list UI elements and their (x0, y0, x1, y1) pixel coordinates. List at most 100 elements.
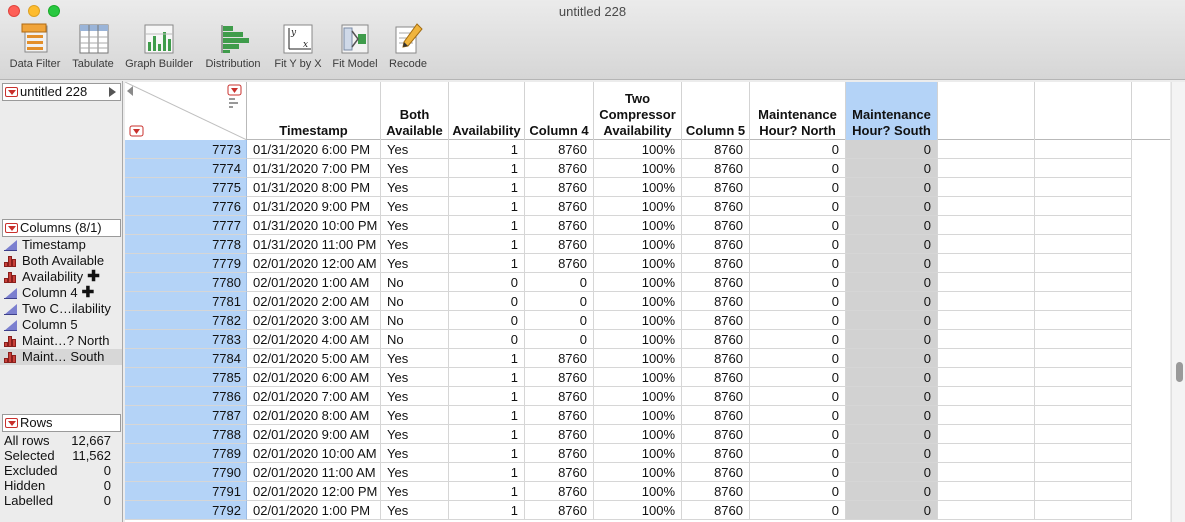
table-row[interactable]: 7774 01/31/2020 7:00 PM Yes 1 8760 100% 8760 0 0 (125, 159, 1170, 178)
table-cell[interactable]: Yes (381, 235, 449, 254)
table-cell[interactable]: 8760 (525, 387, 594, 406)
table-cell[interactable]: 01/31/2020 10:00 PM (247, 216, 381, 235)
table-row[interactable]: 7792 02/01/2020 1:00 PM Yes 1 8760 100% 8760 0 0 (125, 501, 1170, 520)
table-cell[interactable]: 02/01/2020 8:00 AM (247, 406, 381, 425)
table-row[interactable]: 7786 02/01/2020 7:00 AM Yes 1 8760 100% 8760 0 0 (125, 387, 1170, 406)
table-cell[interactable]: No (381, 311, 449, 330)
table-cell[interactable]: No (381, 330, 449, 349)
table-cell[interactable]: 02/01/2020 3:00 AM (247, 311, 381, 330)
table-cell[interactable] (1035, 425, 1132, 444)
table-cell[interactable]: 0 (846, 254, 938, 273)
table-cell[interactable]: 0 (525, 330, 594, 349)
table-cell[interactable]: Yes (381, 178, 449, 197)
column-list-item[interactable]: Both Available (0, 253, 122, 269)
table-cell[interactable]: 02/01/2020 11:00 AM (247, 463, 381, 482)
table-cell[interactable]: 1 (449, 140, 525, 159)
table-cell[interactable]: 0 (750, 178, 846, 197)
table-cell[interactable]: 0 (846, 216, 938, 235)
table-cell[interactable]: 02/01/2020 10:00 AM (247, 444, 381, 463)
table-cell[interactable]: 01/31/2020 7:00 PM (247, 159, 381, 178)
table-cell[interactable]: 0 (846, 159, 938, 178)
table-cell[interactable] (1035, 482, 1132, 501)
table-cell[interactable]: 0 (449, 292, 525, 311)
table-cell[interactable]: 1 (449, 387, 525, 406)
table-cell[interactable]: 01/31/2020 8:00 PM (247, 178, 381, 197)
row-number[interactable]: 7787 (125, 406, 247, 425)
column-header[interactable] (938, 82, 1035, 140)
table-cell[interactable]: 0 (846, 387, 938, 406)
table-cell[interactable]: 0 (525, 311, 594, 330)
table-row[interactable]: 7787 02/01/2020 8:00 AM Yes 1 8760 100% 8760 0 0 (125, 406, 1170, 425)
distribution-button[interactable]: Distribution (201, 22, 265, 70)
table-cell[interactable]: 8760 (682, 501, 750, 520)
recode-button[interactable]: Recode (386, 22, 430, 70)
table-cell[interactable] (938, 159, 1035, 178)
table-cell[interactable]: 8760 (525, 463, 594, 482)
table-cell[interactable]: Yes (381, 368, 449, 387)
table-cell[interactable]: Yes (381, 444, 449, 463)
table-cell[interactable]: 1 (449, 444, 525, 463)
table-cell[interactable]: 8760 (682, 406, 750, 425)
table-cell[interactable] (1035, 292, 1132, 311)
table-cell[interactable]: 8760 (525, 235, 594, 254)
row-number[interactable]: 7773 (125, 140, 247, 159)
row-number[interactable]: 7781 (125, 292, 247, 311)
table-cell[interactable]: 02/01/2020 12:00 AM (247, 254, 381, 273)
column-header[interactable]: Maintenance Hour? North (750, 82, 846, 140)
table-cell[interactable] (938, 273, 1035, 292)
table-cell[interactable]: 0 (750, 501, 846, 520)
table-cell[interactable] (1035, 254, 1132, 273)
table-cell[interactable]: 0 (750, 140, 846, 159)
table-cell[interactable]: 100% (594, 425, 682, 444)
table-cell[interactable] (1035, 197, 1132, 216)
table-cell[interactable]: 0 (846, 425, 938, 444)
columns-panel-header[interactable]: Columns (8/1) (2, 219, 121, 237)
table-cell[interactable]: 100% (594, 482, 682, 501)
table-cell[interactable]: 8760 (682, 368, 750, 387)
table-cell[interactable]: 8760 (682, 444, 750, 463)
table-cell[interactable]: 8760 (682, 235, 750, 254)
table-cell[interactable]: 02/01/2020 2:00 AM (247, 292, 381, 311)
table-cell[interactable]: 0 (750, 463, 846, 482)
table-cell[interactable]: 8760 (525, 501, 594, 520)
table-cell[interactable]: Yes (381, 197, 449, 216)
column-list-item[interactable]: Two C…ilability (0, 301, 122, 317)
table-cell[interactable]: 1 (449, 216, 525, 235)
table-cell[interactable]: 0 (846, 273, 938, 292)
table-cell[interactable]: 0 (846, 368, 938, 387)
table-cell[interactable]: 1 (449, 482, 525, 501)
table-cell[interactable]: 02/01/2020 1:00 AM (247, 273, 381, 292)
table-cell[interactable]: 0 (846, 444, 938, 463)
column-list-item[interactable]: Column 5 (0, 317, 122, 333)
table-cell[interactable] (938, 406, 1035, 425)
table-cell[interactable] (938, 387, 1035, 406)
table-cell[interactable]: 8760 (682, 387, 750, 406)
table-cell[interactable]: 8760 (525, 444, 594, 463)
rows-panel-header[interactable]: Rows (2, 414, 121, 432)
table-cell[interactable]: Yes (381, 387, 449, 406)
table-cell[interactable]: 0 (525, 273, 594, 292)
column-header[interactable]: Maintenance Hour? South (846, 82, 938, 140)
table-cell[interactable]: 0 (449, 330, 525, 349)
table-cell[interactable]: 0 (750, 311, 846, 330)
table-cell[interactable]: 0 (846, 178, 938, 197)
table-cell[interactable]: 100% (594, 387, 682, 406)
table-cell[interactable]: 0 (525, 292, 594, 311)
table-cell[interactable]: Yes (381, 159, 449, 178)
fit-y-by-x-button[interactable]: y x Fit Y by X (270, 22, 326, 70)
table-cell[interactable]: 8760 (525, 368, 594, 387)
column-header[interactable]: Two Compressor Availability (594, 82, 682, 140)
table-cell[interactable]: 0 (846, 501, 938, 520)
table-row[interactable]: 7784 02/01/2020 5:00 AM Yes 1 8760 100% 8760 0 0 (125, 349, 1170, 368)
table-cell[interactable]: 0 (750, 254, 846, 273)
table-row[interactable]: 7785 02/01/2020 6:00 AM Yes 1 8760 100% 8760 0 0 (125, 368, 1170, 387)
table-cell[interactable]: 0 (750, 273, 846, 292)
table-cell[interactable]: 8760 (525, 406, 594, 425)
table-cell[interactable] (938, 349, 1035, 368)
table-cell[interactable]: 8760 (682, 330, 750, 349)
table-cell[interactable] (938, 463, 1035, 482)
row-number[interactable]: 7788 (125, 425, 247, 444)
table-cell[interactable]: 0 (750, 349, 846, 368)
table-cell[interactable]: 8760 (682, 349, 750, 368)
table-cell[interactable] (938, 140, 1035, 159)
